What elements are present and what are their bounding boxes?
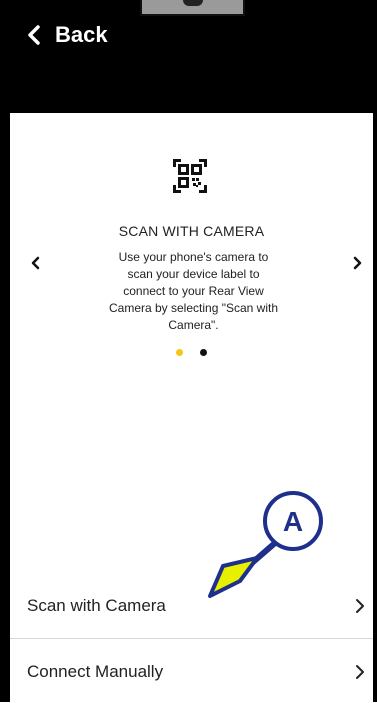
- callout-arrow-head: [208, 556, 259, 598]
- callout-annotation: A: [208, 491, 323, 598]
- callout-marker-label: A: [283, 506, 303, 537]
- screen: Back SCAN WITH CAMERA Use your phone's c…: [0, 0, 377, 702]
